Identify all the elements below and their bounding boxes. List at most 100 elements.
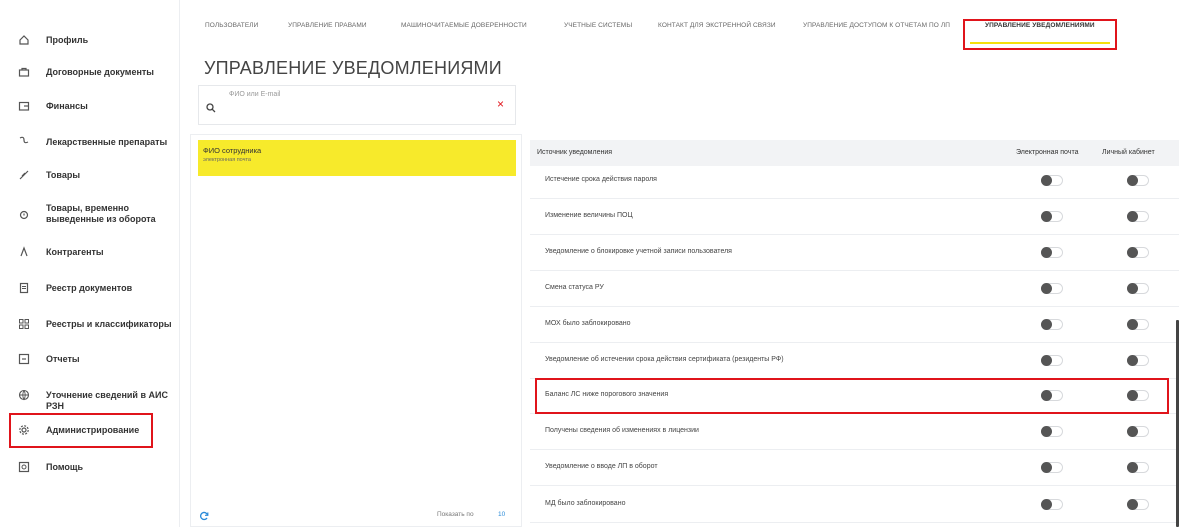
sidebar-item-finance[interactable]: Финансы bbox=[0, 97, 180, 115]
toggle-knob bbox=[1041, 462, 1052, 473]
toggle-knob bbox=[1041, 247, 1052, 258]
briefcase-icon bbox=[18, 66, 30, 78]
notification-source-label: Уведомление о блокировке учетной записи … bbox=[545, 248, 732, 255]
tab-machine-readable-poa[interactable]: Машиночитаемые доверенности bbox=[401, 22, 527, 29]
help-icon bbox=[18, 461, 30, 473]
toggle-knob bbox=[1041, 175, 1052, 186]
notification-source-label: Уведомление о вводе ЛП в оборот bbox=[545, 463, 658, 470]
email-toggle[interactable] bbox=[1041, 211, 1063, 222]
toggle-knob bbox=[1127, 499, 1138, 510]
search-icon bbox=[206, 100, 216, 113]
pills-icon bbox=[18, 135, 30, 147]
cabinet-toggle[interactable] bbox=[1127, 355, 1149, 366]
toggle-knob bbox=[1041, 319, 1052, 330]
withdrawn-icon bbox=[18, 209, 30, 221]
sidebar-item-label: Уточнение сведений в АИС РЗН bbox=[46, 390, 168, 411]
administration-highlight-box bbox=[9, 413, 153, 448]
employee-list-panel bbox=[190, 134, 522, 527]
sidebar-item-help[interactable]: Помощь bbox=[0, 458, 180, 476]
page-size-select[interactable]: 10 bbox=[498, 511, 505, 518]
sidebar-item-label: Реестры и классификаторы bbox=[46, 319, 172, 329]
toggle-knob bbox=[1041, 283, 1052, 294]
toggle-knob bbox=[1127, 247, 1138, 258]
cabinet-toggle[interactable] bbox=[1127, 462, 1149, 473]
tab-users[interactable]: Пользователи bbox=[205, 22, 258, 29]
email-toggle[interactable] bbox=[1041, 283, 1063, 294]
table-row bbox=[530, 271, 1179, 307]
tab-accounting-systems[interactable]: Учетные системы bbox=[564, 22, 632, 29]
sidebar-item-label: Профиль bbox=[46, 35, 89, 45]
toggle-knob bbox=[1127, 211, 1138, 222]
page-title: УПРАВЛЕНИЕ УВЕДОМЛЕНИЯМИ bbox=[204, 58, 502, 78]
email-toggle[interactable] bbox=[1041, 499, 1063, 510]
tab-emergency-contact[interactable]: Контакт для экстренной связи bbox=[658, 22, 776, 29]
email-toggle[interactable] bbox=[1041, 247, 1063, 258]
notification-source-label: Получены сведения об изменениях в лиценз… bbox=[545, 427, 699, 434]
document-icon bbox=[18, 282, 30, 294]
sidebar-item-registries[interactable]: Реестры и классификаторы bbox=[0, 315, 180, 333]
sidebar-item-label: Финансы bbox=[46, 101, 88, 111]
toggle-knob bbox=[1127, 462, 1138, 473]
tab-rights-management[interactable]: Управление правами bbox=[288, 22, 367, 29]
notification-source-label: МОХ было заблокировано bbox=[545, 320, 631, 327]
clear-icon[interactable]: × bbox=[497, 98, 504, 110]
toggle-knob bbox=[1041, 355, 1052, 366]
sidebar-item-label: Отчеты bbox=[46, 354, 80, 364]
sidebar-item-reports[interactable]: Отчеты bbox=[0, 350, 180, 368]
email-toggle[interactable] bbox=[1041, 175, 1063, 186]
grid-icon bbox=[18, 318, 30, 330]
sidebar-item-label: Контрагенты bbox=[46, 247, 104, 257]
sidebar-item-withdrawn-goods[interactable]: Товары, временно выведенные из оборота bbox=[0, 200, 180, 228]
cabinet-toggle[interactable] bbox=[1127, 319, 1149, 330]
tag-icon bbox=[18, 169, 30, 181]
sidebar-item-contracts[interactable]: Договорные документы bbox=[0, 63, 180, 81]
sidebar-item-profile[interactable]: Профиль bbox=[0, 31, 180, 49]
home-icon bbox=[18, 34, 30, 46]
sidebar-item-document-registry[interactable]: Реестр документов bbox=[0, 279, 180, 297]
notification-source-label: МД было заблокировано bbox=[545, 500, 626, 507]
toggle-knob bbox=[1127, 319, 1138, 330]
toggle-knob bbox=[1127, 283, 1138, 294]
globe-icon bbox=[18, 389, 30, 401]
toggle-knob bbox=[1127, 355, 1138, 366]
sidebar-item-label: Договорные документы bbox=[46, 67, 154, 77]
notification-source-label: Истечение срока действия пароля bbox=[545, 176, 657, 183]
cabinet-toggle[interactable] bbox=[1127, 426, 1149, 437]
cabinet-toggle[interactable] bbox=[1127, 175, 1149, 186]
email-toggle[interactable] bbox=[1041, 319, 1063, 330]
refresh-icon[interactable] bbox=[199, 508, 209, 521]
sidebar-item-drugs[interactable]: Лекарственные препараты bbox=[0, 133, 180, 151]
report-icon bbox=[18, 353, 30, 365]
sidebar-item-counterparties[interactable]: Контрагенты bbox=[0, 243, 180, 261]
notification-source-label: Смена статуса РУ bbox=[545, 284, 604, 291]
sidebar-item-label: Реестр документов bbox=[46, 283, 133, 293]
email-toggle[interactable] bbox=[1041, 426, 1063, 437]
cabinet-toggle[interactable] bbox=[1127, 211, 1149, 222]
search-placeholder: ФИО или E-mail bbox=[229, 91, 281, 98]
notification-source-label: Изменение величины ПОЦ bbox=[545, 212, 633, 219]
toggle-knob bbox=[1041, 426, 1052, 437]
wallet-icon bbox=[18, 100, 30, 112]
notifications-tab-highlight-box bbox=[963, 19, 1117, 50]
column-header-cabinet: Личный кабинет bbox=[1102, 149, 1155, 156]
sidebar-item-ais-rzn[interactable]: Уточнение сведений в АИС РЗН bbox=[0, 386, 180, 411]
email-toggle[interactable] bbox=[1041, 355, 1063, 366]
employee-email: электронная почта bbox=[203, 157, 251, 163]
sidebar-item-label: Товары bbox=[46, 170, 81, 180]
sidebar-item-label: Товары, временно выведенные из оборота bbox=[46, 203, 156, 224]
cabinet-toggle[interactable] bbox=[1127, 247, 1149, 258]
email-toggle[interactable] bbox=[1041, 462, 1063, 473]
toggle-knob bbox=[1041, 211, 1052, 222]
column-header-source: Источник уведомления bbox=[537, 149, 613, 156]
column-header-email: Электронная почта bbox=[1016, 149, 1079, 156]
tab-report-access[interactable]: Управление доступом к отчетам по ЛП bbox=[803, 22, 950, 29]
sidebar-item-label: Лекарственные препараты bbox=[46, 137, 168, 147]
employee-name: ФИО сотрудника bbox=[203, 146, 262, 155]
sidebar-item-goods[interactable]: Товары bbox=[0, 166, 180, 184]
cabinet-toggle[interactable] bbox=[1127, 499, 1149, 510]
sidebar-item-label: Помощь bbox=[46, 462, 84, 472]
toggle-knob bbox=[1127, 175, 1138, 186]
notification-source-label: Уведомление об истечении срока действия … bbox=[545, 356, 784, 363]
cabinet-toggle[interactable] bbox=[1127, 283, 1149, 294]
person-icon bbox=[18, 246, 30, 258]
